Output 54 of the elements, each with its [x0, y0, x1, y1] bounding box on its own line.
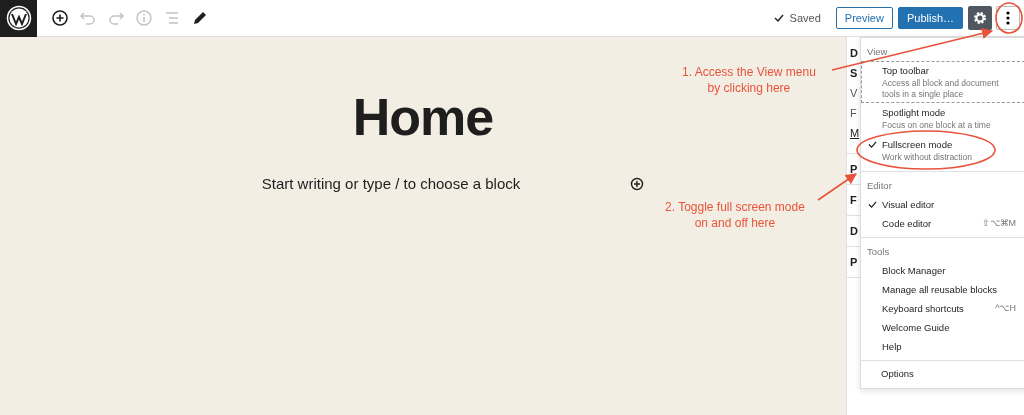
add-block-icon[interactable] [630, 176, 645, 191]
menu-item-description: Access all block and document tools in a single place [882, 78, 1000, 100]
menu-group-label: View [866, 45, 889, 59]
menu-item-label: Visual editor [882, 198, 936, 210]
sidebar-label: M [850, 127, 860, 139]
annotation-text: 2. Toggle full screen mode on and off here [665, 199, 805, 232]
menu-item[interactable]: Options [881, 367, 914, 379]
check-icon [773, 13, 784, 23]
menu-item-label: Block Manager [882, 264, 947, 276]
menu-item-label: Welcome Guide [882, 321, 951, 333]
panel-title[interactable]: F [850, 194, 857, 206]
shortcut-label: ^⌥H [995, 302, 1016, 313]
panel-title[interactable]: P [850, 163, 858, 175]
menu-item[interactable]: Help [861, 336, 1024, 356]
panel-title[interactable]: D [850, 225, 858, 237]
menu-item-label: Fullscreen mode [882, 138, 954, 150]
menu-item-label: Keyboard shortcuts [882, 302, 965, 314]
page-title[interactable]: Home [352, 87, 494, 147]
preview-button[interactable]: Preview [835, 7, 893, 29]
settings-icon [973, 11, 987, 25]
menu-item[interactable]: Keyboard shortcuts ^⌥H [861, 298, 1024, 318]
publish-button[interactable]: Publish… [897, 7, 963, 29]
highlight-ellipse [995, 2, 1023, 34]
shortcut-label: ⇧⌥⌘M [981, 217, 1016, 228]
menu-item[interactable]: Code editor ⇧⌥⌘M [861, 213, 1024, 233]
sidebar-label: V [850, 87, 858, 99]
menu-item[interactable]: Spotlight mode Focus on one block at a time [861, 103, 1024, 135]
wordpress-logo[interactable] [0, 0, 37, 37]
menu-item-label: Spotlight mode [882, 107, 947, 119]
menu-item-label: Code editor [882, 217, 933, 229]
menu-item[interactable]: Top toolbar Access all block and document tools in a single place [861, 61, 1024, 104]
menu-item-label: Manage all reusable blocks [882, 283, 999, 295]
panel-title[interactable]: P [850, 256, 858, 268]
annotation-text: 1. Access the View menu by clicking here [682, 64, 816, 97]
menu-item-description: Focus on one block at a time [882, 120, 992, 131]
settings-button[interactable] [968, 6, 992, 30]
menu-group-label: Editor [866, 178, 893, 193]
menu-item[interactable]: Block Manager [861, 260, 1024, 280]
add-block-icon[interactable] [50, 8, 70, 28]
menu-item-description: Work without distraction [882, 151, 974, 163]
sidebar-label: S [850, 67, 858, 79]
more-options-button[interactable] [996, 6, 1020, 30]
saved-status: Saved [789, 12, 821, 24]
menu-group-label: Tools [866, 244, 891, 259]
menu-item[interactable]: Fullscreen mode Work without distraction [861, 134, 1024, 167]
menu-item[interactable]: Welcome Guide [861, 317, 1024, 337]
sidebar-label: D [850, 47, 858, 59]
menu-item-label: Top toolbar [882, 65, 930, 76]
block-prompt[interactable]: Start writing or type / to choose a block [261, 175, 521, 192]
menu-item[interactable]: Manage all reusable blocks [861, 279, 1024, 299]
menu-item-label: Help [882, 340, 903, 352]
more-icon [1006, 11, 1010, 25]
menu-item[interactable]: Visual editor [861, 194, 1024, 214]
sidebar-label: F [850, 107, 857, 119]
